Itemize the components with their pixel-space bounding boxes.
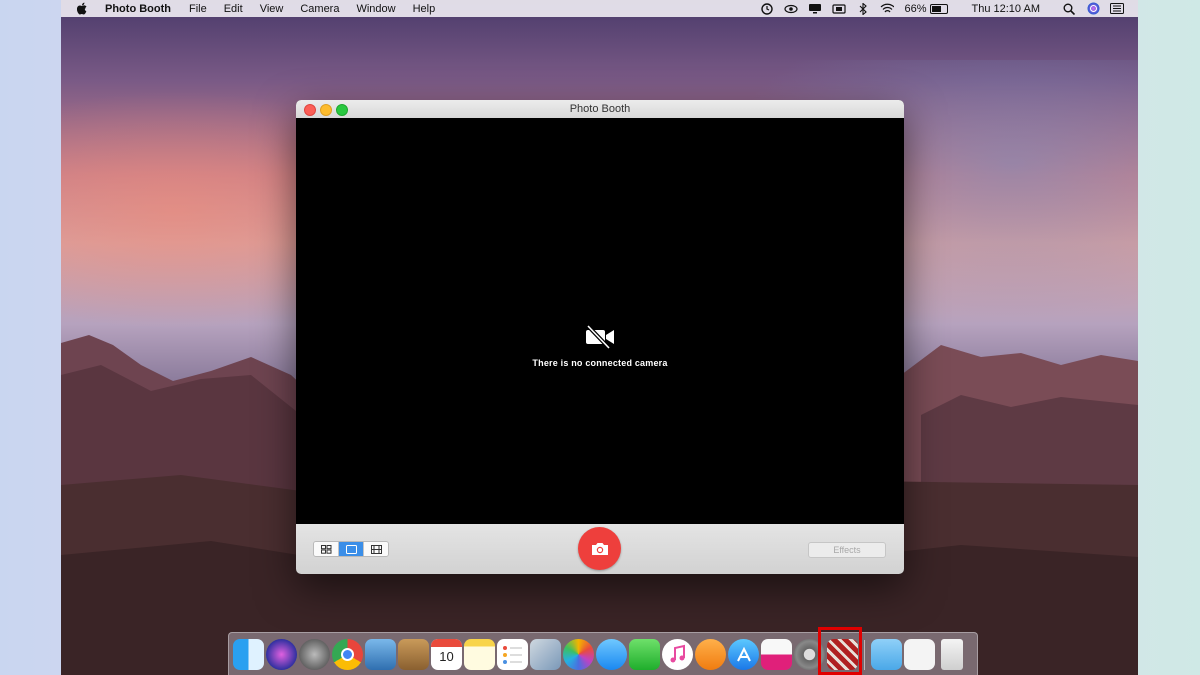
- movie-icon[interactable]: [364, 542, 388, 556]
- menu-view[interactable]: View: [260, 3, 284, 15]
- calendar-icon[interactable]: 10: [431, 639, 462, 670]
- notification-center-icon[interactable]: [1110, 3, 1124, 15]
- display-icon[interactable]: [808, 3, 822, 15]
- view-mode-selector: [313, 541, 389, 557]
- facetime-icon[interactable]: [629, 639, 660, 670]
- menu-app-name[interactable]: Photo Booth: [105, 3, 171, 15]
- document-stack-icon[interactable]: [904, 639, 935, 670]
- timer-icon[interactable]: [760, 2, 774, 15]
- clock[interactable]: Thu 12:10 AM: [972, 3, 1041, 15]
- close-button[interactable]: [304, 104, 316, 116]
- notes-icon[interactable]: [464, 639, 495, 670]
- window-titlebar[interactable]: Photo Booth: [296, 100, 904, 118]
- finder-icon[interactable]: [233, 639, 264, 670]
- apple-menu-icon[interactable]: [75, 2, 89, 16]
- contacts-icon[interactable]: [398, 639, 429, 670]
- photo-booth-pink-icon[interactable]: [761, 639, 792, 670]
- vpn-icon[interactable]: [832, 3, 847, 15]
- menu-file[interactable]: File: [189, 3, 207, 15]
- camera-off-icon: [586, 325, 614, 349]
- single-photo-icon[interactable]: [339, 542, 364, 556]
- preview-icon[interactable]: [365, 639, 396, 670]
- downloads-folder-icon[interactable]: [871, 639, 902, 670]
- no-camera-message: There is no connected camera: [532, 358, 668, 368]
- menu-bar: Photo Booth File Edit View Camera Window…: [61, 0, 1138, 17]
- take-photo-button[interactable]: [578, 527, 621, 570]
- dock-separator: [864, 639, 865, 670]
- calendar-day: 10: [439, 649, 454, 664]
- spotlight-search-icon[interactable]: [1062, 3, 1076, 15]
- menu-camera[interactable]: Camera: [300, 3, 339, 15]
- messages-icon[interactable]: [596, 639, 627, 670]
- siri-icon[interactable]: [1086, 2, 1100, 15]
- four-up-icon[interactable]: [314, 542, 339, 556]
- trash-icon[interactable]: [941, 639, 963, 670]
- image-capture-icon[interactable]: [530, 639, 561, 670]
- itunes-icon[interactable]: [662, 639, 693, 670]
- zoom-button[interactable]: [336, 104, 348, 116]
- reminders-icon[interactable]: [497, 639, 528, 670]
- minimize-button[interactable]: [320, 104, 332, 116]
- wifi-icon[interactable]: [880, 3, 895, 15]
- launchpad-icon[interactable]: [299, 639, 330, 670]
- desktop: Photo Booth File Edit View Camera Window…: [61, 0, 1138, 675]
- photo-booth-highlight-box: [818, 627, 862, 675]
- status-area: 66% Thu 12:10 AM: [760, 2, 1138, 15]
- bluetooth-icon[interactable]: [856, 2, 870, 15]
- chrome-icon[interactable]: [332, 639, 363, 670]
- battery-icon: [929, 3, 948, 14]
- ibooks-icon[interactable]: [695, 639, 726, 670]
- menu-edit[interactable]: Edit: [224, 3, 243, 15]
- battery-fill: [931, 5, 941, 12]
- menu-window[interactable]: Window: [356, 3, 395, 15]
- bottom-toolbar: Effects: [296, 524, 904, 574]
- battery-percent: 66%: [904, 2, 927, 15]
- camera-icon: [591, 542, 608, 555]
- app-store-icon[interactable]: [728, 639, 759, 670]
- effects-button[interactable]: Effects: [808, 542, 886, 558]
- camera-preview: There is no connected camera: [296, 118, 904, 524]
- window-title: Photo Booth: [569, 103, 631, 115]
- photo-booth-window: Photo Booth There is no connected camera: [296, 100, 904, 574]
- dock: 10: [228, 632, 978, 675]
- battery-indicator[interactable]: 66%: [904, 2, 948, 15]
- menu-help[interactable]: Help: [413, 3, 436, 15]
- siri-dock-icon[interactable]: [266, 639, 297, 670]
- photos-icon[interactable]: [563, 639, 594, 670]
- eye-icon[interactable]: [784, 3, 799, 15]
